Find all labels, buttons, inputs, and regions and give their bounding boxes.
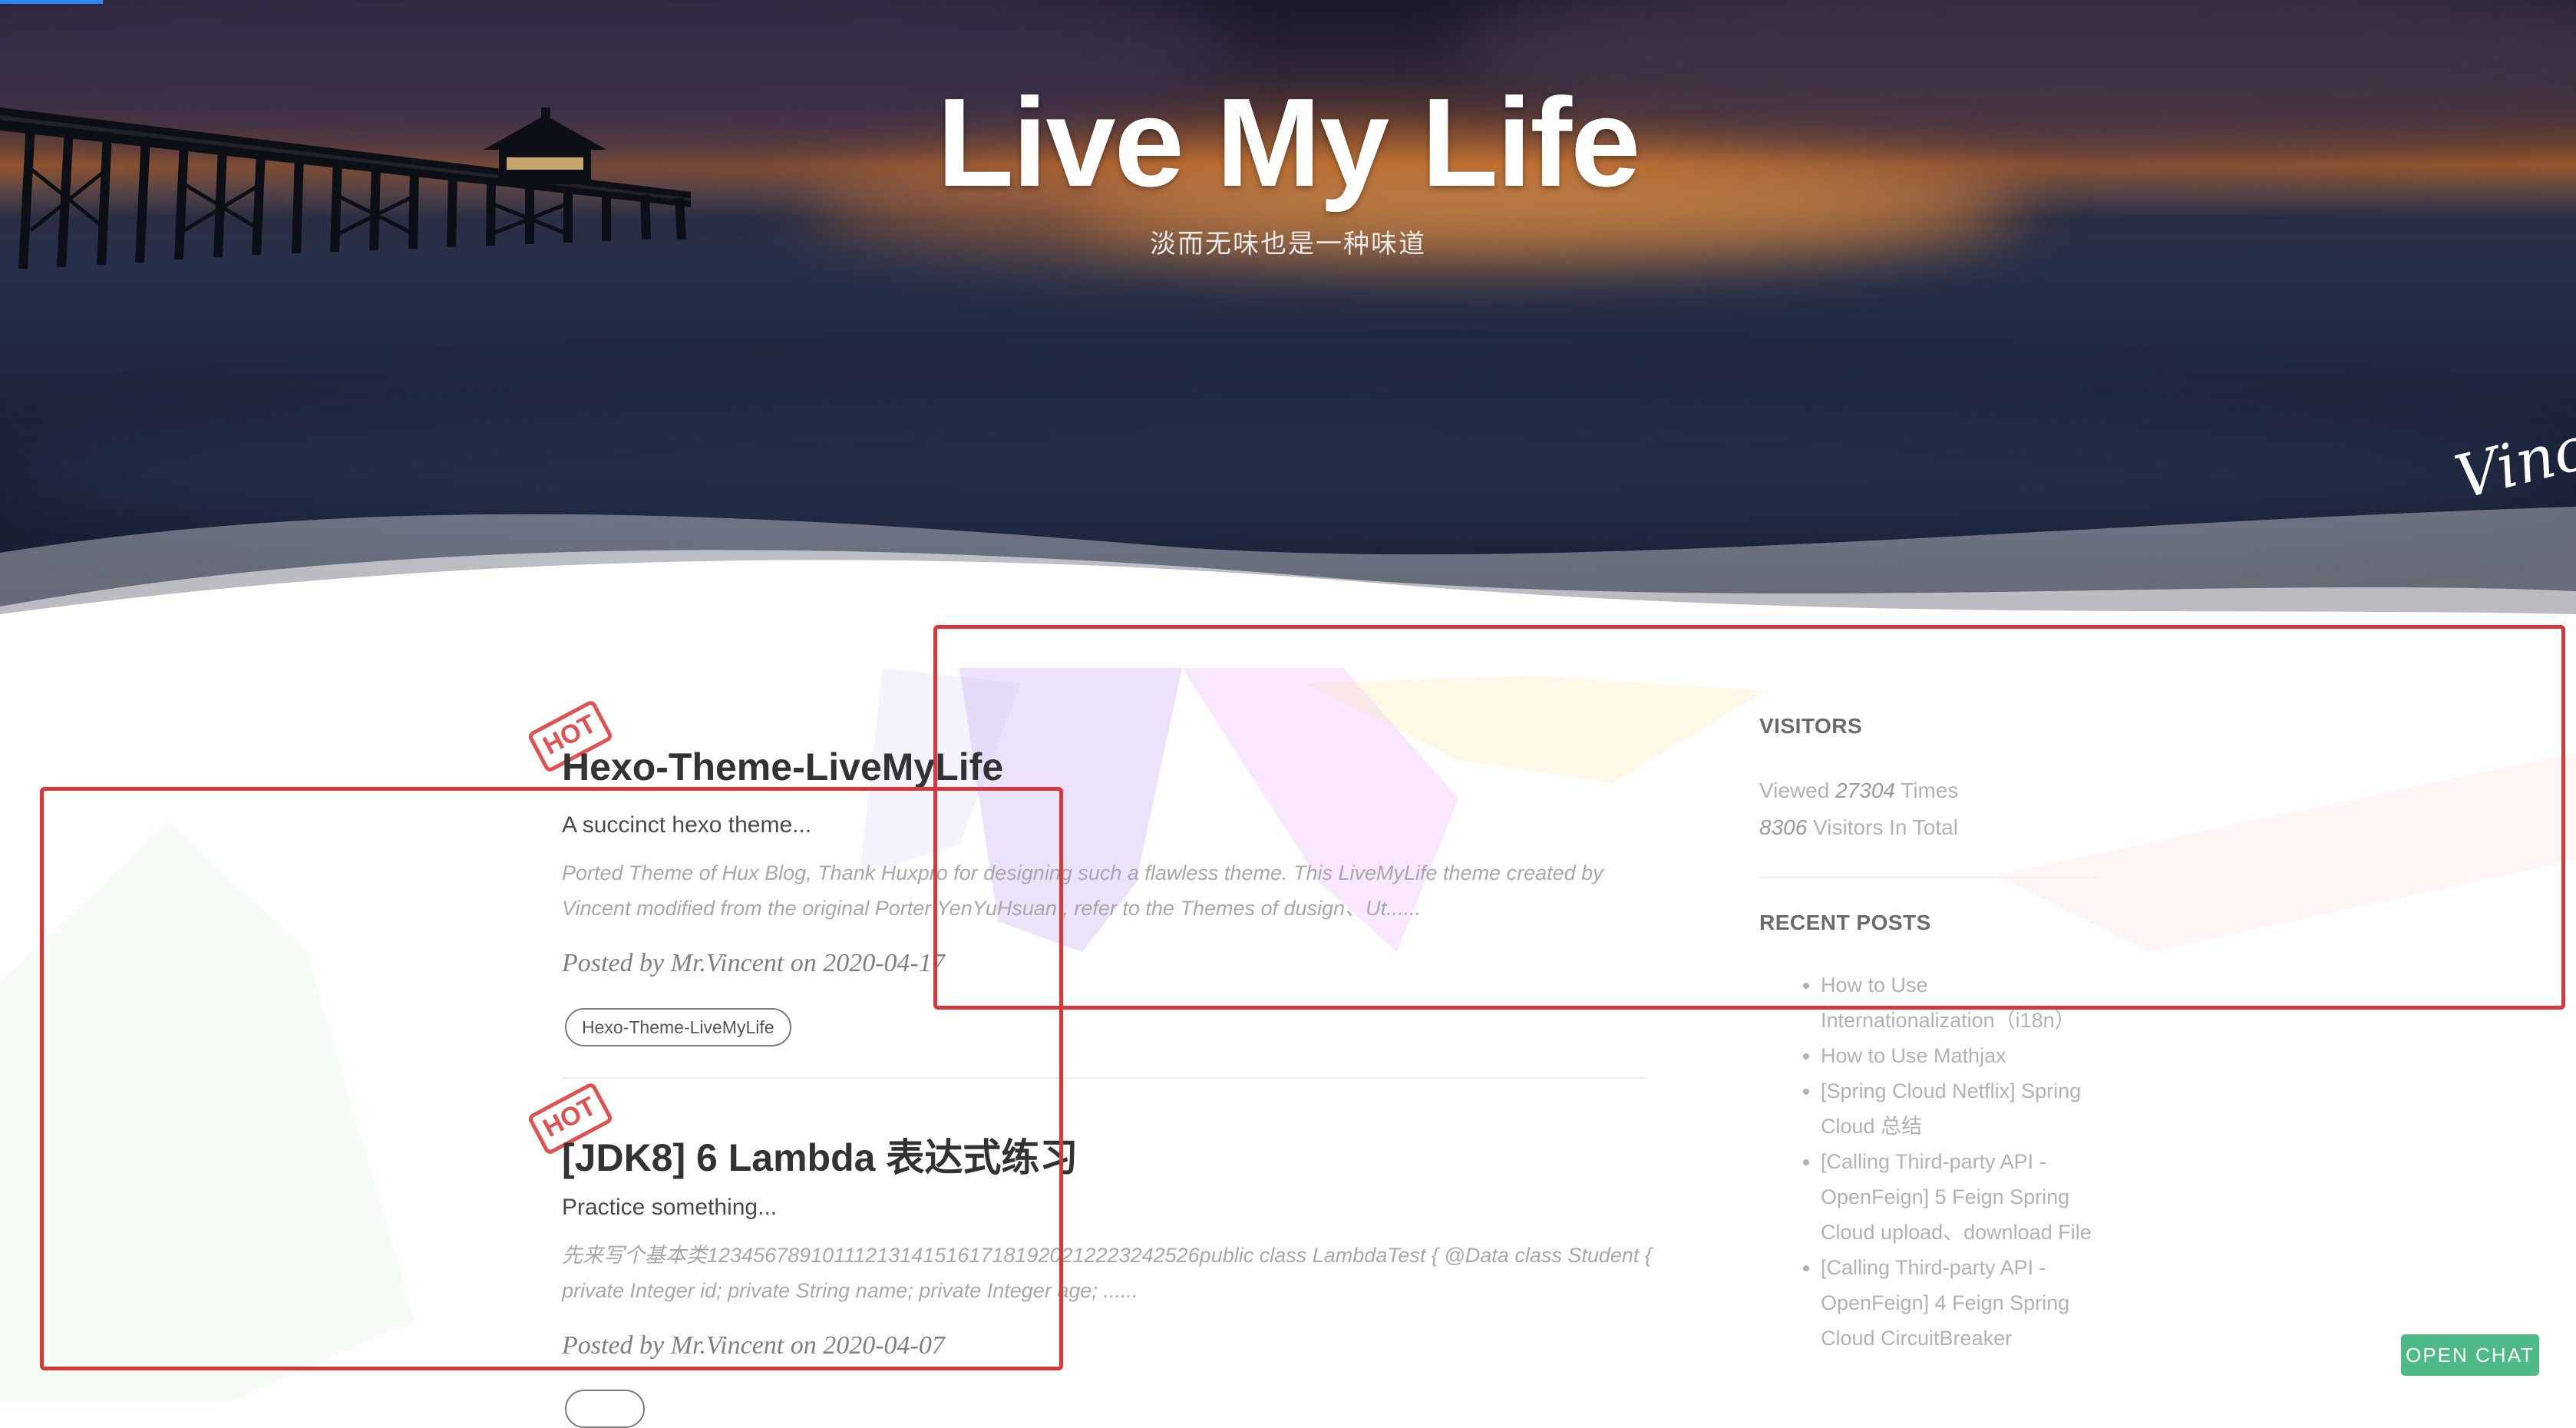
recent-post-item[interactable]: [Calling Third-party API - OpenFeign] 4 … — [1821, 1250, 2097, 1356]
recent-post-item[interactable]: How to Use Mathjax — [1821, 1038, 2097, 1073]
post-tag[interactable] — [565, 1390, 645, 1428]
annotation-box — [933, 625, 2565, 1010]
annotation-box — [40, 787, 1063, 1370]
recent-posts-list: How to Use Internationalization（i18n） Ho… — [1759, 967, 2097, 1356]
open-chat-button[interactable]: OPEN CHAT — [2401, 1334, 2539, 1376]
reading-progress-bar — [0, 0, 103, 4]
recent-post-item[interactable]: [Calling Third-party API - OpenFeign] 5 … — [1821, 1144, 2097, 1250]
moon-icon[interactable] — [63, 1317, 109, 1364]
recent-post-item[interactable]: [Spring Cloud Netflix] Spring Cloud 总结 — [1821, 1073, 2097, 1144]
recent-post-link[interactable]: [Spring Cloud Netflix] Spring Cloud 总结 — [1821, 1079, 2081, 1138]
recent-post-link[interactable]: [Calling Third-party API - OpenFeign] 5 … — [1821, 1150, 2092, 1244]
recent-post-link[interactable]: How to Use Mathjax — [1821, 1044, 2006, 1067]
recent-post-link[interactable]: [Calling Third-party API - OpenFeign] 4 … — [1821, 1256, 2069, 1350]
